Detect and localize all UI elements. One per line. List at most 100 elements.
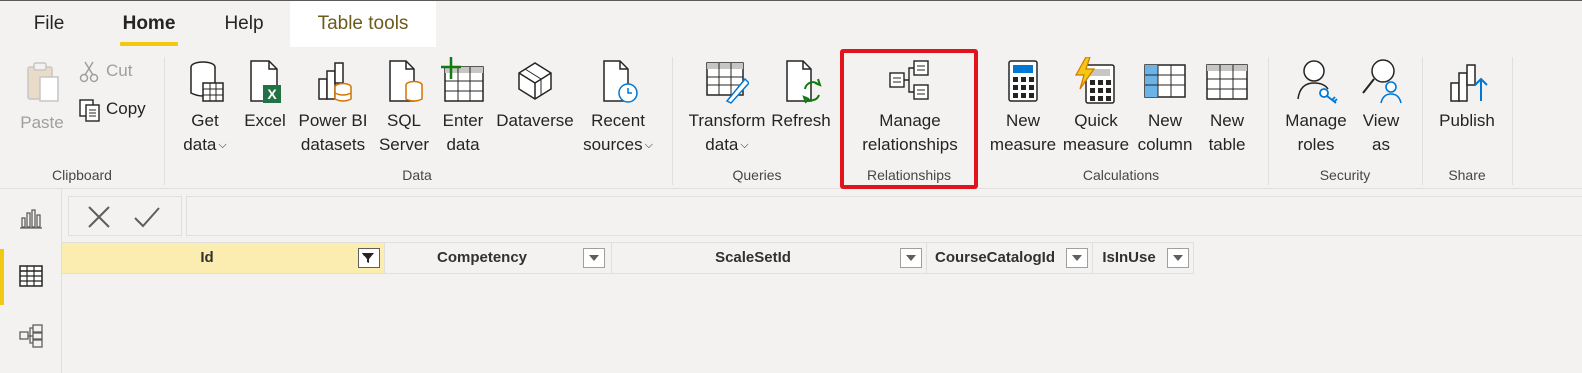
column-header-label: Competency [436,249,528,266]
manage-roles-line2: roles [1297,135,1335,154]
paste-icon [27,62,59,102]
manage-relationships-label: Manage relationships [850,109,970,157]
view-as-line2: as [1372,135,1390,154]
refresh-icon [786,60,822,104]
chevron-down-icon [906,255,916,261]
manage-roles-line1: Manage [1285,111,1347,130]
transform-label-line2: data [705,135,739,154]
dataverse-icon [518,62,552,100]
filter-dropdown-icon [362,253,374,263]
report-view-icon [20,209,42,229]
view-as-line1: View [1362,111,1400,130]
quick-measure-label: Quick measure [1060,109,1132,157]
relationships-icon [889,60,929,100]
quick-measure-line2: measure [1062,135,1130,154]
manage-roles-icon [1297,60,1338,104]
transform-data-icon [706,62,749,104]
power-bi-datasets-label: Power BI datasets [294,109,372,157]
active-view-indicator [0,249,4,305]
column-header-scalesetid[interactable]: ScaleSetId [612,242,927,274]
publish-icon [1450,64,1488,102]
report-view-button[interactable] [0,191,62,247]
view-switcher-rail [0,189,62,373]
tab-home[interactable]: Home [110,1,188,47]
transform-label-line2-wrap: data ⌵ [684,133,770,157]
new-table-line1: New [1209,111,1244,130]
new-table-label: New table [1198,109,1256,157]
model-view-button[interactable] [0,309,62,365]
view-as-icon [1362,59,1402,104]
column-dropdown-button[interactable] [1066,248,1088,268]
enter-data-table-icon [441,57,484,102]
recent-label-line2: sources [583,135,643,154]
formula-input[interactable] [186,196,1582,236]
group-separator [1422,57,1423,185]
new-column-icon [1144,64,1186,98]
column-filter-button[interactable] [358,248,380,268]
commit-formula-button[interactable] [133,203,161,231]
get-data-label-line2-wrap: data ⌵ [176,133,234,157]
group-separator [672,57,673,185]
tab-file[interactable]: File [20,1,78,47]
column-header-label: Id [200,249,214,266]
get-data-label: Get data ⌵ [176,109,234,157]
group-label-queries: Queries [732,167,782,183]
new-measure-label: New measure [988,109,1058,157]
tab-table-tools[interactable]: Table tools [290,1,436,47]
ribbon: Paste Cut Copy Clipboard Get data ⌵ X Ex… [0,47,1582,189]
data-view-button[interactable] [0,249,62,305]
group-label-clipboard: Clipboard [52,167,112,183]
sql-label-line1: SQL [386,111,422,130]
power-bi-label-line1: Power BI [298,111,368,130]
chevron-down-icon [1173,255,1183,261]
column-header-isinuse[interactable]: IsInUse [1093,242,1194,274]
active-tab-indicator [120,42,178,46]
cut-button[interactable]: Cut [78,59,132,84]
column-header-coursecatalogid[interactable]: CourseCatalogId [927,242,1093,274]
ribbon-tabs: File Home Help Table tools [0,1,1582,47]
copy-icon [79,98,100,122]
view-as-label: View as [1352,109,1410,157]
scissors-icon [79,61,99,82]
get-data-label-line1: Get [191,111,219,130]
new-column-line2: column [1137,135,1193,154]
column-header-id[interactable]: Id [62,242,385,274]
column-dropdown-button[interactable] [900,248,922,268]
chevron-down-icon: ⌵ [740,139,749,151]
group-separator [1268,57,1269,185]
group-label-security: Security [1319,167,1371,183]
chevron-down-icon: ⌵ [218,139,227,151]
refresh-label: Refresh [771,111,831,130]
new-table-line2: table [1208,135,1246,154]
formula-bar-buttons [68,196,182,236]
quick-measure-line1: Quick [1074,111,1118,130]
group-label-share: Share [1448,167,1486,183]
enter-data-label: Enter data [436,109,490,157]
new-table-icon [1206,64,1248,100]
tab-help[interactable]: Help [212,1,276,47]
group-label-relationships: Relationships [866,167,952,183]
column-dropdown-button[interactable] [1167,248,1189,268]
ribbon-bottom-border [0,188,1582,189]
enter-label-line1: Enter [442,111,484,130]
group-separator [164,57,165,185]
column-header-competency[interactable]: Competency [385,242,612,274]
quick-measure-icon [1074,57,1115,104]
chevron-down-icon [589,255,599,261]
column-dropdown-button[interactable] [583,248,605,268]
excel-label: Excel [244,111,286,130]
cancel-formula-button[interactable] [85,203,113,231]
column-header-label: ScaleSetId [715,249,791,266]
checkmark-icon [134,207,160,228]
model-view-icon [19,324,43,348]
recent-label-line1: Recent [591,111,645,130]
publish-label: Publish [1439,111,1495,130]
chevron-down-icon: ⌵ [644,139,653,151]
chevron-down-icon [1072,255,1082,261]
column-header-label: IsInUse [1102,249,1156,266]
copy-button[interactable]: Copy [78,97,146,122]
new-column-label: New column [1134,109,1196,157]
get-data-label-line2: data [183,135,217,154]
excel-icon: X [250,60,281,103]
calculator-icon [1008,60,1038,102]
